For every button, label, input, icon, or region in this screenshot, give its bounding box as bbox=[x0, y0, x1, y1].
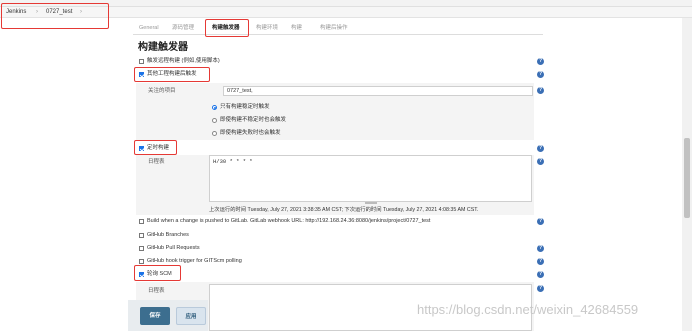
help-icon[interactable]: ? bbox=[537, 285, 544, 292]
breadcrumb-trail-icon: › bbox=[80, 9, 82, 15]
radio-unstable[interactable] bbox=[212, 118, 217, 123]
apply-button[interactable]: 应用 bbox=[176, 307, 206, 325]
help-icon[interactable]: ? bbox=[537, 87, 544, 94]
timer-highlight bbox=[134, 140, 177, 155]
radio-failed[interactable] bbox=[212, 131, 217, 136]
tab-post-build[interactable]: 构建后操作 bbox=[320, 22, 348, 34]
upstream-highlight bbox=[134, 67, 210, 82]
schedule-run-info: 上次运行的时间 Tuesday, July 27, 2021 3:38:35 A… bbox=[209, 207, 479, 213]
tab-source-code[interactable]: 源码管理 bbox=[172, 22, 194, 34]
gitlab-trigger-checkbox[interactable] bbox=[139, 219, 144, 224]
help-icon[interactable]: ? bbox=[537, 71, 544, 78]
radio-failed-label: 即使构建失败时也会触发 bbox=[220, 130, 281, 136]
github-hook-checkbox[interactable] bbox=[139, 259, 144, 264]
projects-label: 关注的项目 bbox=[148, 88, 176, 94]
help-icon[interactable]: ? bbox=[537, 258, 544, 265]
textarea-resize-handle[interactable] bbox=[365, 202, 377, 204]
help-icon[interactable]: ? bbox=[537, 218, 544, 225]
github-hook-label: GitHub hook trigger for GITScm polling bbox=[147, 258, 242, 264]
tabs-divider bbox=[133, 34, 543, 35]
schedule-label: 日程表 bbox=[148, 159, 165, 165]
schedule-textarea[interactable]: H/30 * * * * bbox=[209, 155, 532, 202]
watermark-text: https://blog.csdn.net/weixin_42684559 bbox=[417, 302, 639, 317]
help-icon[interactable]: ? bbox=[537, 271, 544, 278]
github-pr-checkbox[interactable] bbox=[139, 246, 144, 251]
gitlab-trigger-label: Build when a change is pushed to GitLab.… bbox=[147, 218, 431, 224]
breadcrumb-separator-icon: › bbox=[36, 9, 38, 15]
github-branches-label: GitHub Branches bbox=[147, 232, 189, 238]
page-title: 构建触发器 bbox=[138, 42, 188, 53]
help-icon[interactable]: ? bbox=[537, 158, 544, 165]
radio-stable-only[interactable] bbox=[212, 105, 217, 110]
radio-unstable-label: 即使构建不稳定时也会触发 bbox=[220, 117, 287, 123]
github-branches-checkbox[interactable] bbox=[139, 233, 144, 238]
scrollbar-thumb[interactable] bbox=[684, 138, 690, 218]
radio-stable-only-label: 只有构建稳定时触发 bbox=[220, 104, 270, 110]
scm-highlight bbox=[134, 265, 181, 281]
remote-trigger-checkbox[interactable] bbox=[139, 59, 144, 64]
github-pr-label: GitHub Pull Requests bbox=[147, 245, 200, 251]
breadcrumb-jenkins-link[interactable]: Jenkins bbox=[6, 8, 26, 16]
scm-schedule-label: 日程表 bbox=[148, 288, 165, 294]
breadcrumb-highlight bbox=[1, 3, 109, 29]
help-icon[interactable]: ? bbox=[537, 245, 544, 252]
save-button[interactable]: 保存 bbox=[140, 307, 170, 325]
remote-trigger-label: 触发远程构建 (例如,使用脚本) bbox=[147, 58, 220, 64]
help-icon[interactable]: ? bbox=[537, 145, 544, 152]
tab-build-env[interactable]: 构建环境 bbox=[256, 22, 278, 34]
help-icon[interactable]: ? bbox=[537, 58, 544, 65]
tab-general[interactable]: General bbox=[139, 22, 159, 34]
tab-highlight bbox=[205, 19, 249, 37]
tab-build[interactable]: 构建 bbox=[291, 22, 302, 34]
projects-input[interactable]: 0727_test, bbox=[223, 86, 533, 96]
breadcrumb-job-link[interactable]: 0727_test bbox=[46, 8, 72, 16]
